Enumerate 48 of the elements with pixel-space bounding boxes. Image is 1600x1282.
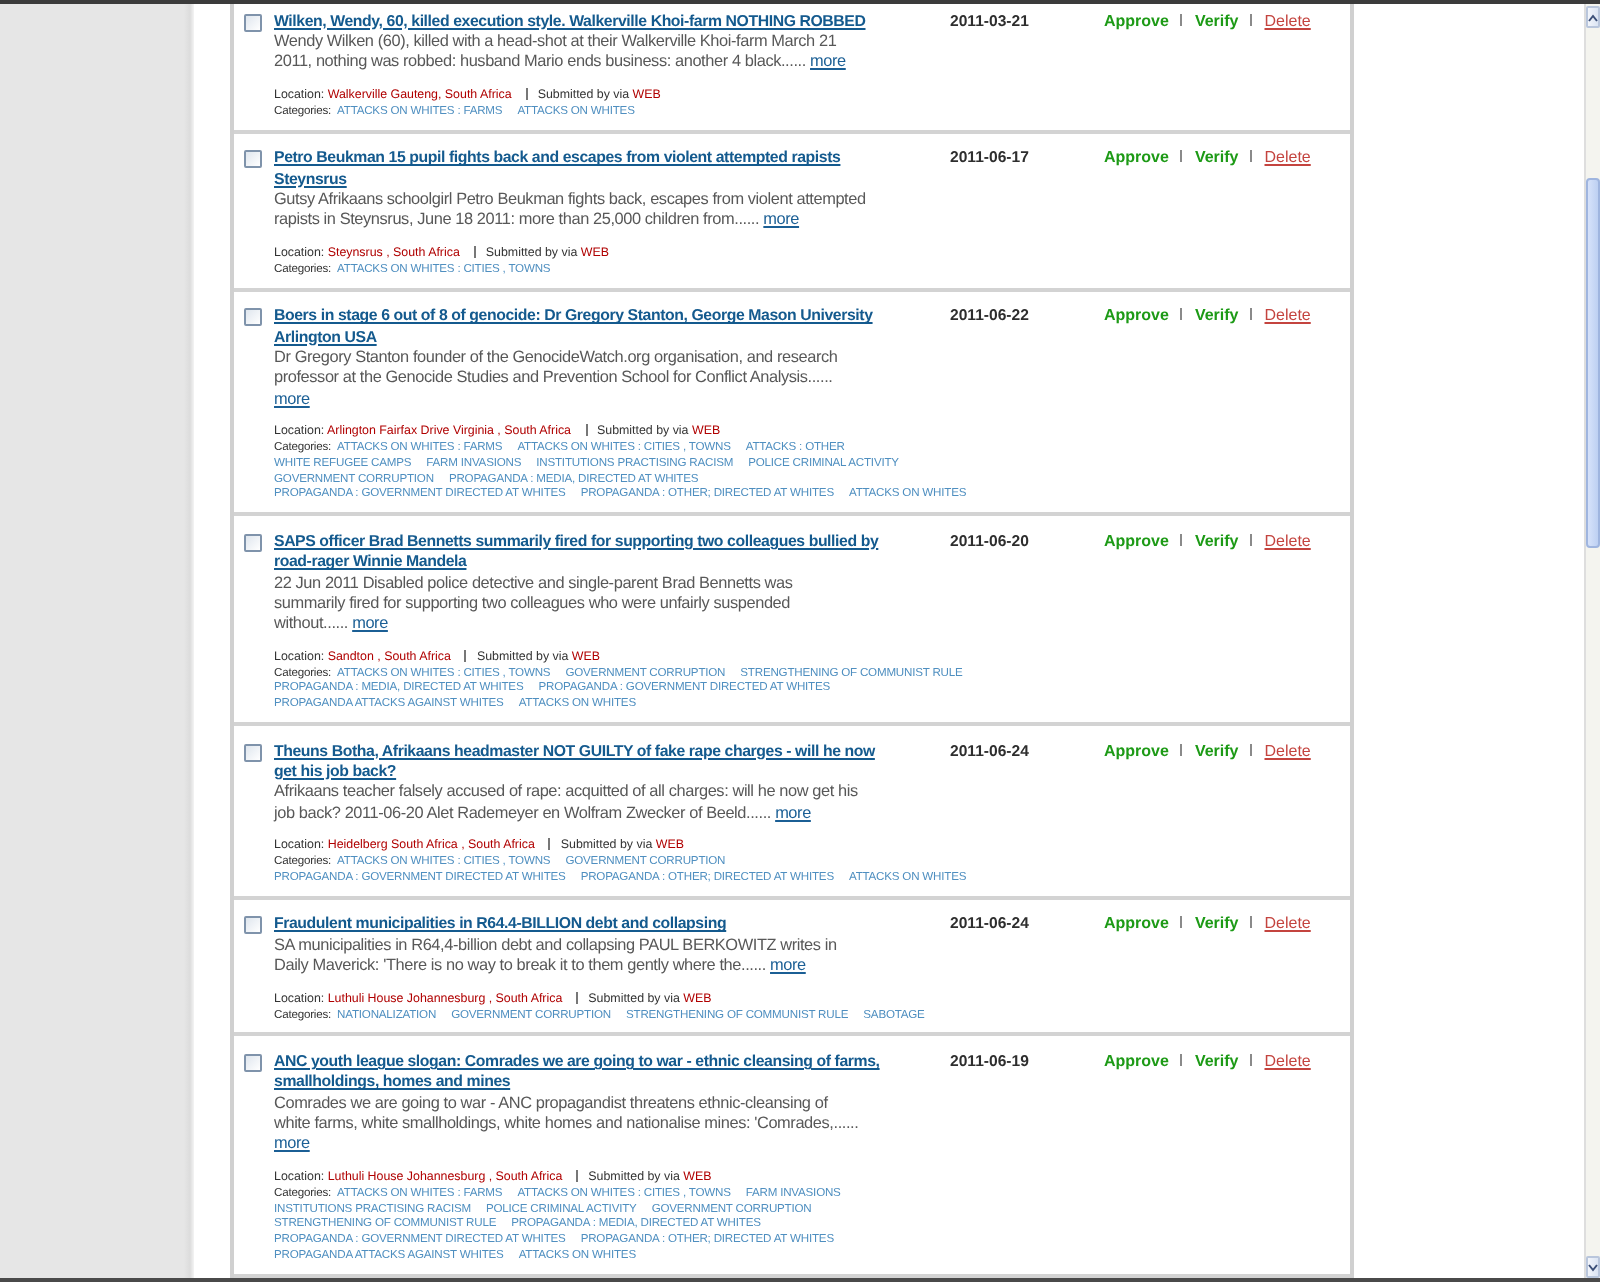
more-link[interactable]: more — [770, 956, 806, 975]
delete-link[interactable]: Delete — [1264, 741, 1311, 760]
report-description: 22 Jun 2011 Disabled police detective and single-parent Brad Bennetts was summarily fired for supporting two colleagues who were unfairly suspended without...... more — [274, 573, 795, 635]
approve-link[interactable]: Approve — [1104, 1052, 1169, 1071]
report-description: Gutsy Afrikaans schoolgirl Petro Beukman fights back, escapes from violent attempted rapists in Steynsrus, June 18 2011: more than 25,000 children from...... more — [274, 190, 866, 232]
delete-link[interactable]: Delete — [1264, 531, 1311, 550]
verify-link[interactable]: Verify — [1194, 11, 1239, 30]
more-link[interactable]: more — [274, 389, 310, 408]
more-link[interactable]: more — [810, 52, 846, 71]
report-description: Afrikaans teacher falsely accused of rape: acquitted of all charges: will he now get his job back? 2011-06-20 Alet Rademeyer en Wolfram Zwecker of Beeld...... more — [274, 782, 860, 824]
approve-link[interactable]: Approve — [1104, 914, 1169, 933]
verify-link[interactable]: Verify — [1194, 1052, 1239, 1071]
verify-link[interactable]: Verify — [1194, 531, 1239, 550]
checkbox[interactable] — [244, 1054, 262, 1073]
scroll-down-button[interactable] — [1586, 1256, 1600, 1278]
more-link[interactable]: more — [775, 803, 811, 822]
chevron-down-icon — [1588, 1263, 1598, 1271]
more-link[interactable]: more — [274, 1134, 310, 1153]
report-description: Dr Gregory Stanton founder of the GenocideWatch.org organisation, and research professor at the Genocide Studies and Prevention School for Conflict Analysis...... more — [274, 348, 840, 410]
scroll-up-button[interactable] — [1586, 6, 1600, 28]
delete-link[interactable]: Delete — [1264, 1052, 1311, 1071]
approve-link[interactable]: Approve — [1104, 531, 1169, 550]
checkbox[interactable] — [244, 743, 262, 762]
delete-link[interactable]: Delete — [1264, 914, 1311, 933]
approve-link[interactable]: Approve — [1104, 148, 1169, 167]
checkbox[interactable] — [244, 308, 262, 327]
verify-link[interactable]: Verify — [1194, 306, 1239, 325]
more-link[interactable]: more — [352, 614, 388, 633]
scrollbar[interactable] — [1584, 4, 1600, 1278]
report-description: Comrades we are going to war - ANC propagandist threatens ethnic-cleansing of white farms, white smallholdings, white homes and nationalise mines: 'Comrades,...... more — [274, 1093, 861, 1155]
delete-link[interactable]: Delete — [1264, 11, 1311, 30]
more-link[interactable]: more — [763, 210, 800, 229]
verify-link[interactable]: Verify — [1194, 914, 1239, 933]
checkbox[interactable] — [244, 533, 262, 552]
scrollbar-thumb[interactable] — [1586, 178, 1600, 548]
delete-link[interactable]: Delete — [1264, 306, 1311, 325]
verify-link[interactable]: Verify — [1194, 741, 1239, 760]
delete-link[interactable]: Delete — [1264, 148, 1311, 167]
checkbox[interactable] — [244, 916, 262, 935]
checkbox[interactable] — [244, 13, 262, 32]
verify-link[interactable]: Verify — [1194, 148, 1239, 167]
report-description: Wendy Wilken (60), killed with a head-shot at their Walkerville Khoi-farm March 21 2011, nothing was robbed: husband Mario ends business: another 4 black...... more — [274, 32, 848, 74]
chevron-up-icon — [1588, 13, 1598, 21]
approve-link[interactable]: Approve — [1104, 741, 1169, 760]
approve-link[interactable]: Approve — [1104, 306, 1169, 325]
report-description: SA municipalities in R64,4-billion debt and collapsing PAUL BERKOWITZ writes in Daily Maverick: 'There is no way to break it to them gently where the...... more — [274, 935, 839, 977]
approve-link[interactable]: Approve — [1104, 11, 1169, 30]
checkbox[interactable] — [244, 150, 262, 169]
